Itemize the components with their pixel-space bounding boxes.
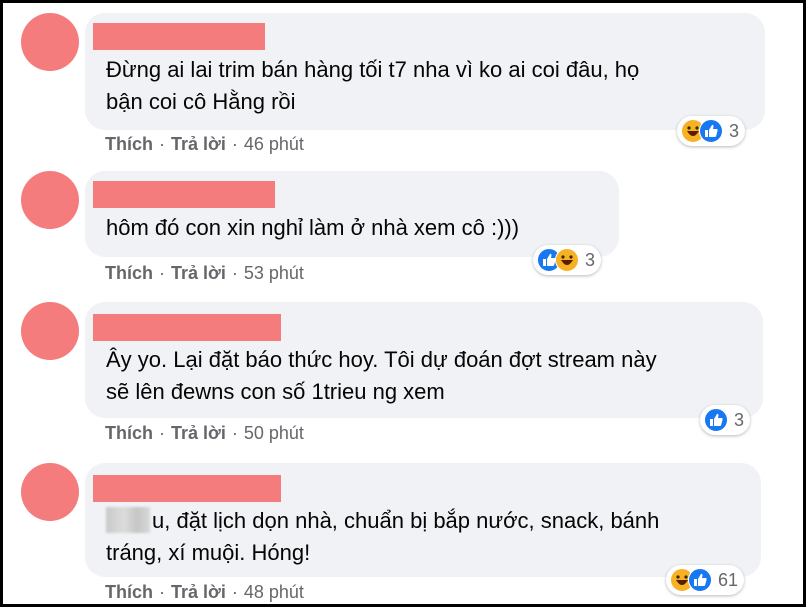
comment-thread: Đừng ai lai trim bán hàng tối t7 nha vì … (0, 0, 806, 607)
reply-link[interactable]: Trả lời (171, 582, 226, 602)
comment-time[interactable]: 48 phút (244, 582, 304, 602)
like-link[interactable]: Thích (105, 582, 153, 602)
redacted-author-name (93, 23, 265, 50)
separator-dot: · (159, 134, 165, 154)
redacted-author-name (93, 475, 281, 502)
separator-dot: · (159, 582, 165, 602)
redacted-author-name (93, 181, 275, 208)
comment-text-line1: u, đặt lịch dọn nhà, chuẩn bị bắp nước, … (152, 508, 660, 533)
avatar[interactable] (21, 463, 79, 521)
reaction-count: 3 (734, 409, 745, 430)
comment-actions: Thích · Trả lời · 46 phút (105, 134, 304, 155)
comment-time[interactable]: 46 phút (244, 134, 304, 154)
comment-actions: Thích · Trả lời · 53 phút (105, 263, 304, 284)
reaction-summary[interactable]: 3 (700, 405, 751, 435)
reply-link[interactable]: Trả lời (171, 423, 226, 443)
haha-icon (555, 248, 579, 272)
reaction-icons (670, 568, 712, 592)
reaction-icons (704, 408, 728, 432)
like-icon (699, 119, 723, 143)
avatar[interactable] (21, 302, 79, 360)
reaction-count: 3 (729, 120, 740, 141)
avatar[interactable] (21, 13, 79, 71)
separator-dot: · (231, 582, 238, 602)
reaction-summary[interactable]: 3 (533, 245, 602, 275)
comment-time[interactable]: 50 phút (244, 423, 304, 443)
reaction-count: 61 (718, 569, 739, 590)
reaction-summary[interactable]: 3 (677, 116, 746, 146)
comment-bubble: hôm đó con xin nghỉ làm ở nhà xem cô :))… (85, 171, 619, 257)
separator-dot: · (159, 263, 165, 283)
like-icon (688, 568, 712, 592)
comment-text: u, đặt lịch dọn nhà, chuẩn bị bắp nước, … (106, 505, 659, 569)
separator-dot: · (159, 423, 165, 443)
separator-dot: · (231, 423, 238, 443)
comment-text: Đừng ai lai trim bán hàng tối t7 nha vì … (106, 57, 640, 114)
reaction-summary[interactable]: 61 (666, 565, 745, 595)
separator-dot: · (231, 263, 238, 283)
comment-actions: Thích · Trả lời · 50 phút (105, 423, 304, 444)
comment-bubble: u, đặt lịch dọn nhà, chuẩn bị bắp nước, … (85, 463, 761, 577)
reply-link[interactable]: Trả lời (171, 263, 226, 283)
comment-text: hôm đó con xin nghỉ làm ở nhà xem cô :))… (106, 215, 520, 240)
comment-actions: Thích · Trả lời · 48 phút (105, 582, 304, 603)
comment-text: Ây yo. Lại đặt báo thức hoy. Tôi dự đoán… (106, 347, 657, 404)
reply-link[interactable]: Trả lời (171, 134, 226, 154)
like-link[interactable]: Thích (105, 134, 153, 154)
like-link[interactable]: Thích (105, 423, 153, 443)
redacted-author-name (93, 314, 281, 341)
comment-time[interactable]: 53 phút (244, 263, 304, 283)
reaction-icons (537, 248, 579, 272)
like-link[interactable]: Thích (105, 263, 153, 283)
comment-bubble: Ây yo. Lại đặt báo thức hoy. Tôi dự đoán… (85, 302, 763, 418)
reaction-count: 3 (585, 249, 596, 270)
comment-text-line2: tráng, xí muội. Hóng! (106, 540, 311, 565)
like-icon (704, 408, 728, 432)
avatar[interactable] (21, 171, 79, 229)
separator-dot: · (231, 134, 238, 154)
reaction-icons (681, 119, 723, 143)
blurred-mention (106, 507, 150, 533)
comment-bubble: Đừng ai lai trim bán hàng tối t7 nha vì … (85, 13, 765, 130)
